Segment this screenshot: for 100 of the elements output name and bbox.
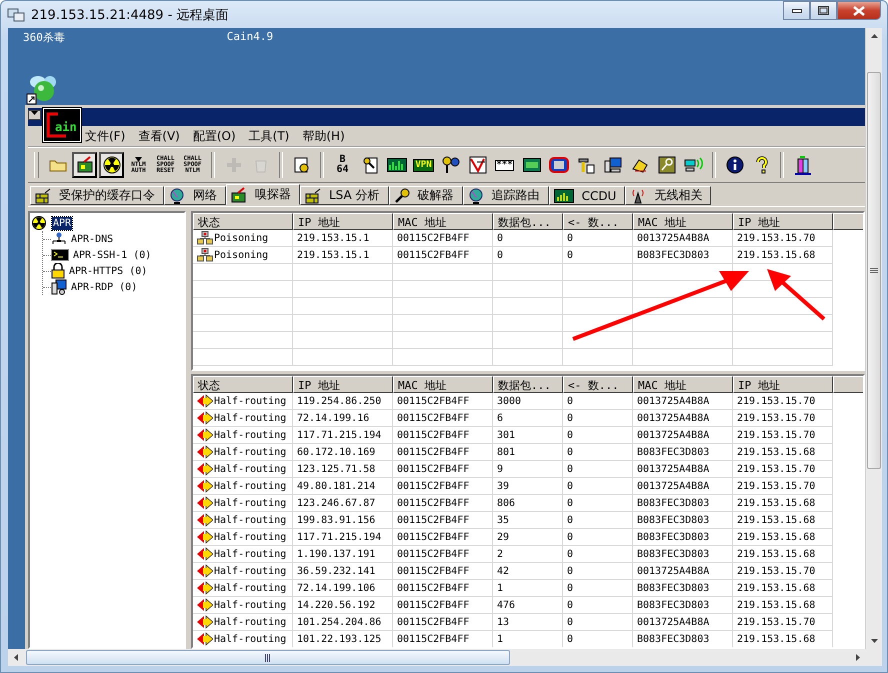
menu-item[interactable]: 查看(V) bbox=[138, 128, 180, 144]
table-cell: B083FEC3D803 bbox=[637, 498, 710, 508]
table-cell: 00115C2FB4FF bbox=[397, 514, 470, 526]
table-cell: 806 bbox=[497, 498, 516, 508]
table-cell: 42 bbox=[497, 566, 510, 576]
table-cell: Half-routing bbox=[214, 514, 286, 526]
column-header[interactable]: IP 地址 bbox=[293, 376, 393, 393]
toolbar-button[interactable] bbox=[99, 152, 124, 178]
tab[interactable]: 破解器 bbox=[388, 186, 463, 205]
table-cell: 0 bbox=[567, 616, 574, 628]
tab[interactable]: 追踪路由 bbox=[462, 186, 549, 205]
table-cell: 39 bbox=[497, 480, 510, 492]
table-cell: 0 bbox=[567, 514, 574, 526]
column-header[interactable]: <- 数... bbox=[563, 376, 633, 393]
table-cell: Half-routing bbox=[214, 532, 286, 542]
column-header[interactable]: IP 地址 bbox=[733, 376, 833, 393]
table-cell: 219.153.15.68 bbox=[737, 446, 816, 458]
table-cell: Half-routing bbox=[214, 498, 286, 508]
table-cell: 0013725A4B8A bbox=[637, 566, 710, 576]
wireless-icon bbox=[684, 157, 704, 173]
table-cell: Half-routing bbox=[214, 464, 286, 474]
table-cell: 0 bbox=[567, 396, 574, 406]
computer-icon bbox=[604, 156, 622, 174]
icon-label: VPN bbox=[413, 158, 434, 172]
column-header[interactable]: IP 地址 bbox=[733, 213, 833, 230]
table-cell: 219.153.15.70 bbox=[737, 396, 816, 406]
column-header[interactable]: MAC 地址 bbox=[393, 376, 493, 393]
tab[interactable]: 嗅探器 bbox=[226, 184, 300, 205]
toolbar-button[interactable]: B 64 bbox=[330, 152, 355, 178]
table-cell: 119.254.86.250 bbox=[297, 396, 382, 406]
arrows-icon bbox=[197, 547, 213, 561]
tab[interactable]: LSA 分析 bbox=[300, 186, 389, 205]
column-header[interactable]: 数据包... bbox=[493, 213, 563, 230]
tab[interactable]: 受保护的缓存口令 bbox=[30, 186, 164, 205]
network-card-icon bbox=[76, 156, 94, 174]
bricks-icon bbox=[305, 188, 321, 204]
table-cell: B083FEC3D803 bbox=[637, 582, 710, 594]
table-cell: 219.153.15.68 bbox=[737, 634, 816, 644]
table-cell: 219.153.15.68 bbox=[737, 514, 816, 526]
toolbar-button[interactable] bbox=[72, 152, 97, 178]
maximize-button[interactable] bbox=[810, 1, 837, 20]
table-cell: 0 bbox=[567, 634, 574, 644]
table-cell: B083FEC3D803 bbox=[637, 548, 710, 560]
table-cell: B083FEC3D803 bbox=[637, 514, 710, 526]
table-cell: 0 bbox=[567, 430, 574, 440]
table-cell: 9 bbox=[497, 464, 504, 474]
column-header[interactable]: <- 数... bbox=[563, 213, 633, 230]
radiation-icon bbox=[32, 216, 46, 230]
table-cell: 00115C2FB4FF bbox=[397, 616, 470, 628]
tree-item[interactable]: APR-SSH-1 (0) bbox=[72, 248, 152, 262]
column-header[interactable]: MAC 地址 bbox=[633, 376, 733, 393]
table-cell: 0 bbox=[567, 532, 574, 542]
vertical-scrollbar[interactable] bbox=[865, 28, 882, 649]
table-cell: 00115C2FB4FF bbox=[397, 430, 470, 440]
tab[interactable]: CCDU bbox=[548, 186, 626, 205]
column-header[interactable]: IP 地址 bbox=[293, 213, 393, 230]
column-header[interactable]: 状态 bbox=[193, 213, 293, 230]
table-cell: 1 bbox=[497, 634, 504, 644]
bricks-icon bbox=[35, 188, 51, 204]
table-cell: 219.153.15.1 bbox=[297, 232, 370, 244]
minimize-button[interactable] bbox=[783, 1, 810, 20]
tree-item[interactable]: APR bbox=[52, 216, 72, 230]
arrows-icon bbox=[197, 445, 213, 459]
arrows-icon bbox=[197, 394, 213, 408]
tab[interactable]: 无线相关 bbox=[625, 186, 712, 205]
table-cell: Half-routing bbox=[214, 582, 286, 594]
globe-icon bbox=[169, 188, 185, 204]
column-header[interactable] bbox=[833, 213, 863, 230]
table-cell: 219.153.15.68 bbox=[737, 532, 816, 542]
system-menu-button[interactable] bbox=[28, 110, 41, 120]
left-arrow-icon bbox=[14, 654, 18, 661]
table-cell: Half-routing bbox=[214, 616, 286, 628]
table-cell: 117.71.215.194 bbox=[297, 430, 382, 440]
close-button[interactable] bbox=[837, 1, 881, 20]
icon-label: 64 bbox=[336, 165, 349, 175]
minimize-icon bbox=[792, 8, 802, 12]
tree-item[interactable]: APR-RDP (0) bbox=[70, 280, 138, 294]
table-cell: 0 bbox=[567, 480, 574, 492]
menu-item[interactable]: 配置(O) bbox=[192, 128, 236, 144]
column-header[interactable]: 数据包... bbox=[493, 376, 563, 393]
column-header[interactable]: MAC 地址 bbox=[393, 213, 493, 230]
table-cell: 0013725A4B8A bbox=[637, 396, 710, 406]
column-header[interactable] bbox=[833, 376, 863, 393]
menu-item[interactable]: 工具(T) bbox=[248, 128, 290, 144]
table-cell: 0 bbox=[567, 412, 574, 424]
window-title: 219.153.15.21:4489 - 远程桌面 bbox=[31, 6, 230, 24]
table-cell: 476 bbox=[497, 600, 516, 610]
menu-item[interactable]: 文件(F) bbox=[85, 128, 126, 144]
table-cell: 0 bbox=[567, 548, 574, 560]
tab[interactable]: 网络 bbox=[164, 186, 226, 205]
horizontal-scrollbar[interactable] bbox=[8, 649, 882, 666]
menu-item[interactable]: 帮助(H) bbox=[302, 128, 345, 144]
table-cell: 0 bbox=[567, 498, 574, 508]
tree-item[interactable]: APR-DNS bbox=[70, 232, 114, 246]
column-header[interactable]: MAC 地址 bbox=[633, 213, 733, 230]
table-cell: B083FEC3D803 bbox=[637, 634, 710, 644]
tree-item[interactable]: APR-HTTPS (0) bbox=[68, 264, 148, 278]
toolbar-button[interactable]: VPN bbox=[411, 152, 436, 178]
table-cell: 0 bbox=[567, 566, 574, 576]
column-header[interactable]: 状态 bbox=[193, 376, 293, 393]
